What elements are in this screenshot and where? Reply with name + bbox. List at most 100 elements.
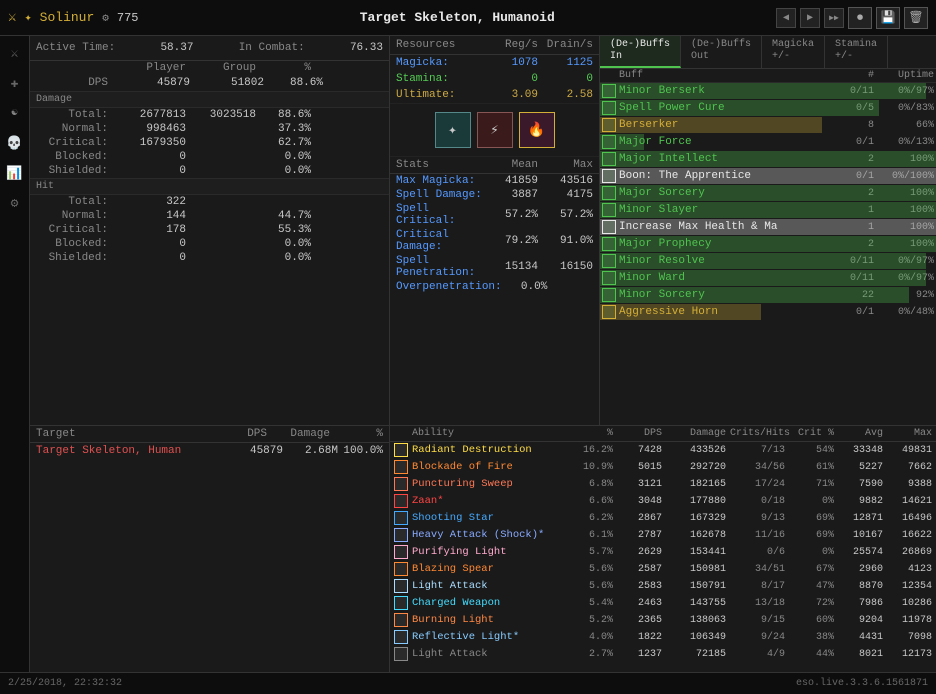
ability-pct: 16.2%: [568, 445, 613, 456]
ability-pct: 5.7%: [568, 547, 613, 558]
target-col-pct: %: [338, 428, 383, 440]
hit-critical-label: Critical:: [36, 224, 116, 236]
sidebar-icon-settings[interactable]: ⚙: [4, 192, 26, 214]
ability-row[interactable]: Zaan*6.6%30481778800/180%988214621: [390, 493, 936, 510]
ability-row[interactable]: Radiant Destruction16.2%74284335267/1354…: [390, 442, 936, 459]
ability-critpct: 44%: [789, 649, 834, 660]
ability-icon-sm: [394, 545, 408, 559]
ability-max: 16622: [887, 530, 932, 541]
ability-icon-3[interactable]: 🔥: [519, 112, 555, 148]
ability-row[interactable]: Burning Light5.2%23651380639/1560%920411…: [390, 612, 936, 629]
critical-damage-stat-row: Critical Damage: 79.2% 91.0%: [390, 228, 599, 254]
ability-name: Charged Weapon: [412, 597, 564, 609]
tab-magicka[interactable]: Magicka+/-: [762, 36, 825, 68]
ability-name: Light Attack: [412, 580, 564, 592]
save-button[interactable]: 💾: [876, 7, 900, 29]
buff-name: Major Force: [619, 136, 839, 148]
nav-next-button[interactable]: ▶: [800, 8, 820, 28]
sidebar-icon-heal[interactable]: ✚: [4, 72, 26, 94]
ability-dps: 1822: [617, 632, 662, 643]
buff-uptime: 0%/48%: [874, 307, 934, 318]
normal-pct: 37.3%: [256, 123, 311, 135]
buff-count: 0/11: [839, 273, 874, 284]
ability-crits: 8/17: [730, 581, 785, 592]
tab-debuffs-out[interactable]: (De-)BuffsOut: [681, 36, 762, 68]
ability-row[interactable]: Blazing Spear5.6%258715098134/5167%29604…: [390, 561, 936, 578]
buff-uptime: 0%/97%: [874, 86, 934, 97]
ability-row[interactable]: Heavy Attack (Shock)*6.1%278716267811/16…: [390, 527, 936, 544]
spell-critical-max: 57.2%: [538, 209, 593, 221]
resources-panel: Resources Reg/s Drain/s Magicka: 1078 11…: [390, 36, 600, 425]
buff-count: 2: [839, 239, 874, 250]
buff-name: Aggressive Horn: [619, 306, 839, 318]
delete-button[interactable]: 🗑: [904, 7, 928, 29]
ability-row[interactable]: Blockade of Fire10.9%501529272034/5661%5…: [390, 459, 936, 476]
record-button[interactable]: ⏺: [848, 7, 872, 29]
sidebar-icon-active[interactable]: 📊: [4, 162, 26, 184]
sword-icon: ⚔: [8, 9, 16, 26]
ability-dps: 5015: [617, 462, 662, 473]
ability-icon-sm: [394, 477, 408, 491]
nav-skip-button[interactable]: ▶▶: [824, 8, 844, 28]
ability-crits: 9/24: [730, 632, 785, 643]
ability-row[interactable]: Puncturing Sweep6.8%312118216517/2471%75…: [390, 476, 936, 493]
target-skeleton-row[interactable]: Target Skeleton, Human 45879 2.68M 100.0…: [30, 443, 389, 459]
ability-pct: 6.8%: [568, 479, 613, 490]
damage-section-header: Damage: [30, 91, 389, 108]
ability-max: 26869: [887, 547, 932, 558]
nav-prev-button[interactable]: ◀: [776, 8, 796, 28]
sidebar-icon-dps[interactable]: ⚔: [4, 42, 26, 64]
ability-col-avg: Avg: [838, 428, 883, 439]
ability-critpct: 69%: [789, 513, 834, 524]
ability-row[interactable]: Reflective Light*4.0%18221063499/2438%44…: [390, 629, 936, 646]
sidebar-icon-death[interactable]: 💀: [4, 132, 26, 154]
buff-icon: [602, 305, 616, 319]
active-time-row: Active Time: 58.37 In Combat: 76.33: [30, 36, 389, 61]
ability-dps: 3048: [617, 496, 662, 507]
ability-row[interactable]: Light Attack2.7%1237721854/944%802112173: [390, 646, 936, 663]
ability-icon-sm: [394, 494, 408, 508]
abilities-header: Ability % DPS Damage Crits/Hits Crit % A…: [390, 426, 936, 442]
target-pct: 100.0%: [338, 445, 383, 457]
buff-uptime: 100%: [874, 205, 934, 216]
critical-damage-mean: 79.2%: [483, 235, 538, 247]
ability-col-damage: Damage: [666, 428, 726, 439]
buff-row: Major Sorcery2100%: [600, 185, 936, 202]
tab-stamina[interactable]: Stamina+/-: [825, 36, 888, 68]
bottom-section: Target DPS Damage % Target Skeleton, Hum…: [30, 426, 936, 672]
ability-avg: 7986: [838, 598, 883, 609]
ability-max: 7662: [887, 462, 932, 473]
normal-player: 998463: [116, 123, 186, 135]
ability-row[interactable]: Light Attack5.6%25831507918/1747%8870123…: [390, 578, 936, 595]
stats-column-headers: Player Group %: [30, 61, 389, 75]
ability-dps: 2463: [617, 598, 662, 609]
top-icons: ◀ ▶ ▶▶ ⏺ 💾 🗑: [776, 7, 928, 29]
buff-row: Minor Slayer1100%: [600, 202, 936, 219]
total-group: 3023518: [186, 109, 256, 121]
ability-critpct: 38%: [789, 632, 834, 643]
sidebar-icon-buffs[interactable]: ☯: [4, 102, 26, 124]
ability-name: Heavy Attack (Shock)*: [412, 529, 564, 541]
overpenetration-mean: 0.0%: [502, 281, 548, 293]
ability-avg: 8021: [838, 649, 883, 660]
hit-blocked: 0: [116, 238, 186, 250]
spell-critical-stat-row: Spell Critical: 57.2% 57.2%: [390, 202, 599, 228]
ability-row[interactable]: Shooting Star6.2%28671673299/1369%128711…: [390, 510, 936, 527]
ability-icon-sm: [394, 613, 408, 627]
ability-avg: 33348: [838, 445, 883, 456]
content-area: Active Time: 58.37 In Combat: 76.33 Play…: [30, 36, 936, 672]
buff-row: Increase Max Health & Ma1100%: [600, 219, 936, 236]
blocked-player: 0: [116, 151, 186, 163]
hit-shielded-pct: 0.0%: [256, 252, 311, 264]
ability-row[interactable]: Purifying Light5.7%26291534410/60%255742…: [390, 544, 936, 561]
ability-critpct: 0%: [789, 496, 834, 507]
tab-debuffs-in[interactable]: (De-)BuffsIn: [600, 36, 681, 68]
ability-icon-1[interactable]: ✦: [435, 112, 471, 148]
ability-row[interactable]: Charged Weapon5.4%246314375513/1872%7986…: [390, 595, 936, 612]
shielded-player: 0: [116, 165, 186, 177]
target-damage: 2.68M: [283, 445, 338, 457]
buff-name: Boon: The Apprentice: [619, 170, 839, 182]
window-title: Target Skeleton, Humanoid: [139, 10, 776, 25]
ability-icon-2[interactable]: ⚡: [477, 112, 513, 148]
critical-pct: 62.7%: [256, 137, 311, 149]
